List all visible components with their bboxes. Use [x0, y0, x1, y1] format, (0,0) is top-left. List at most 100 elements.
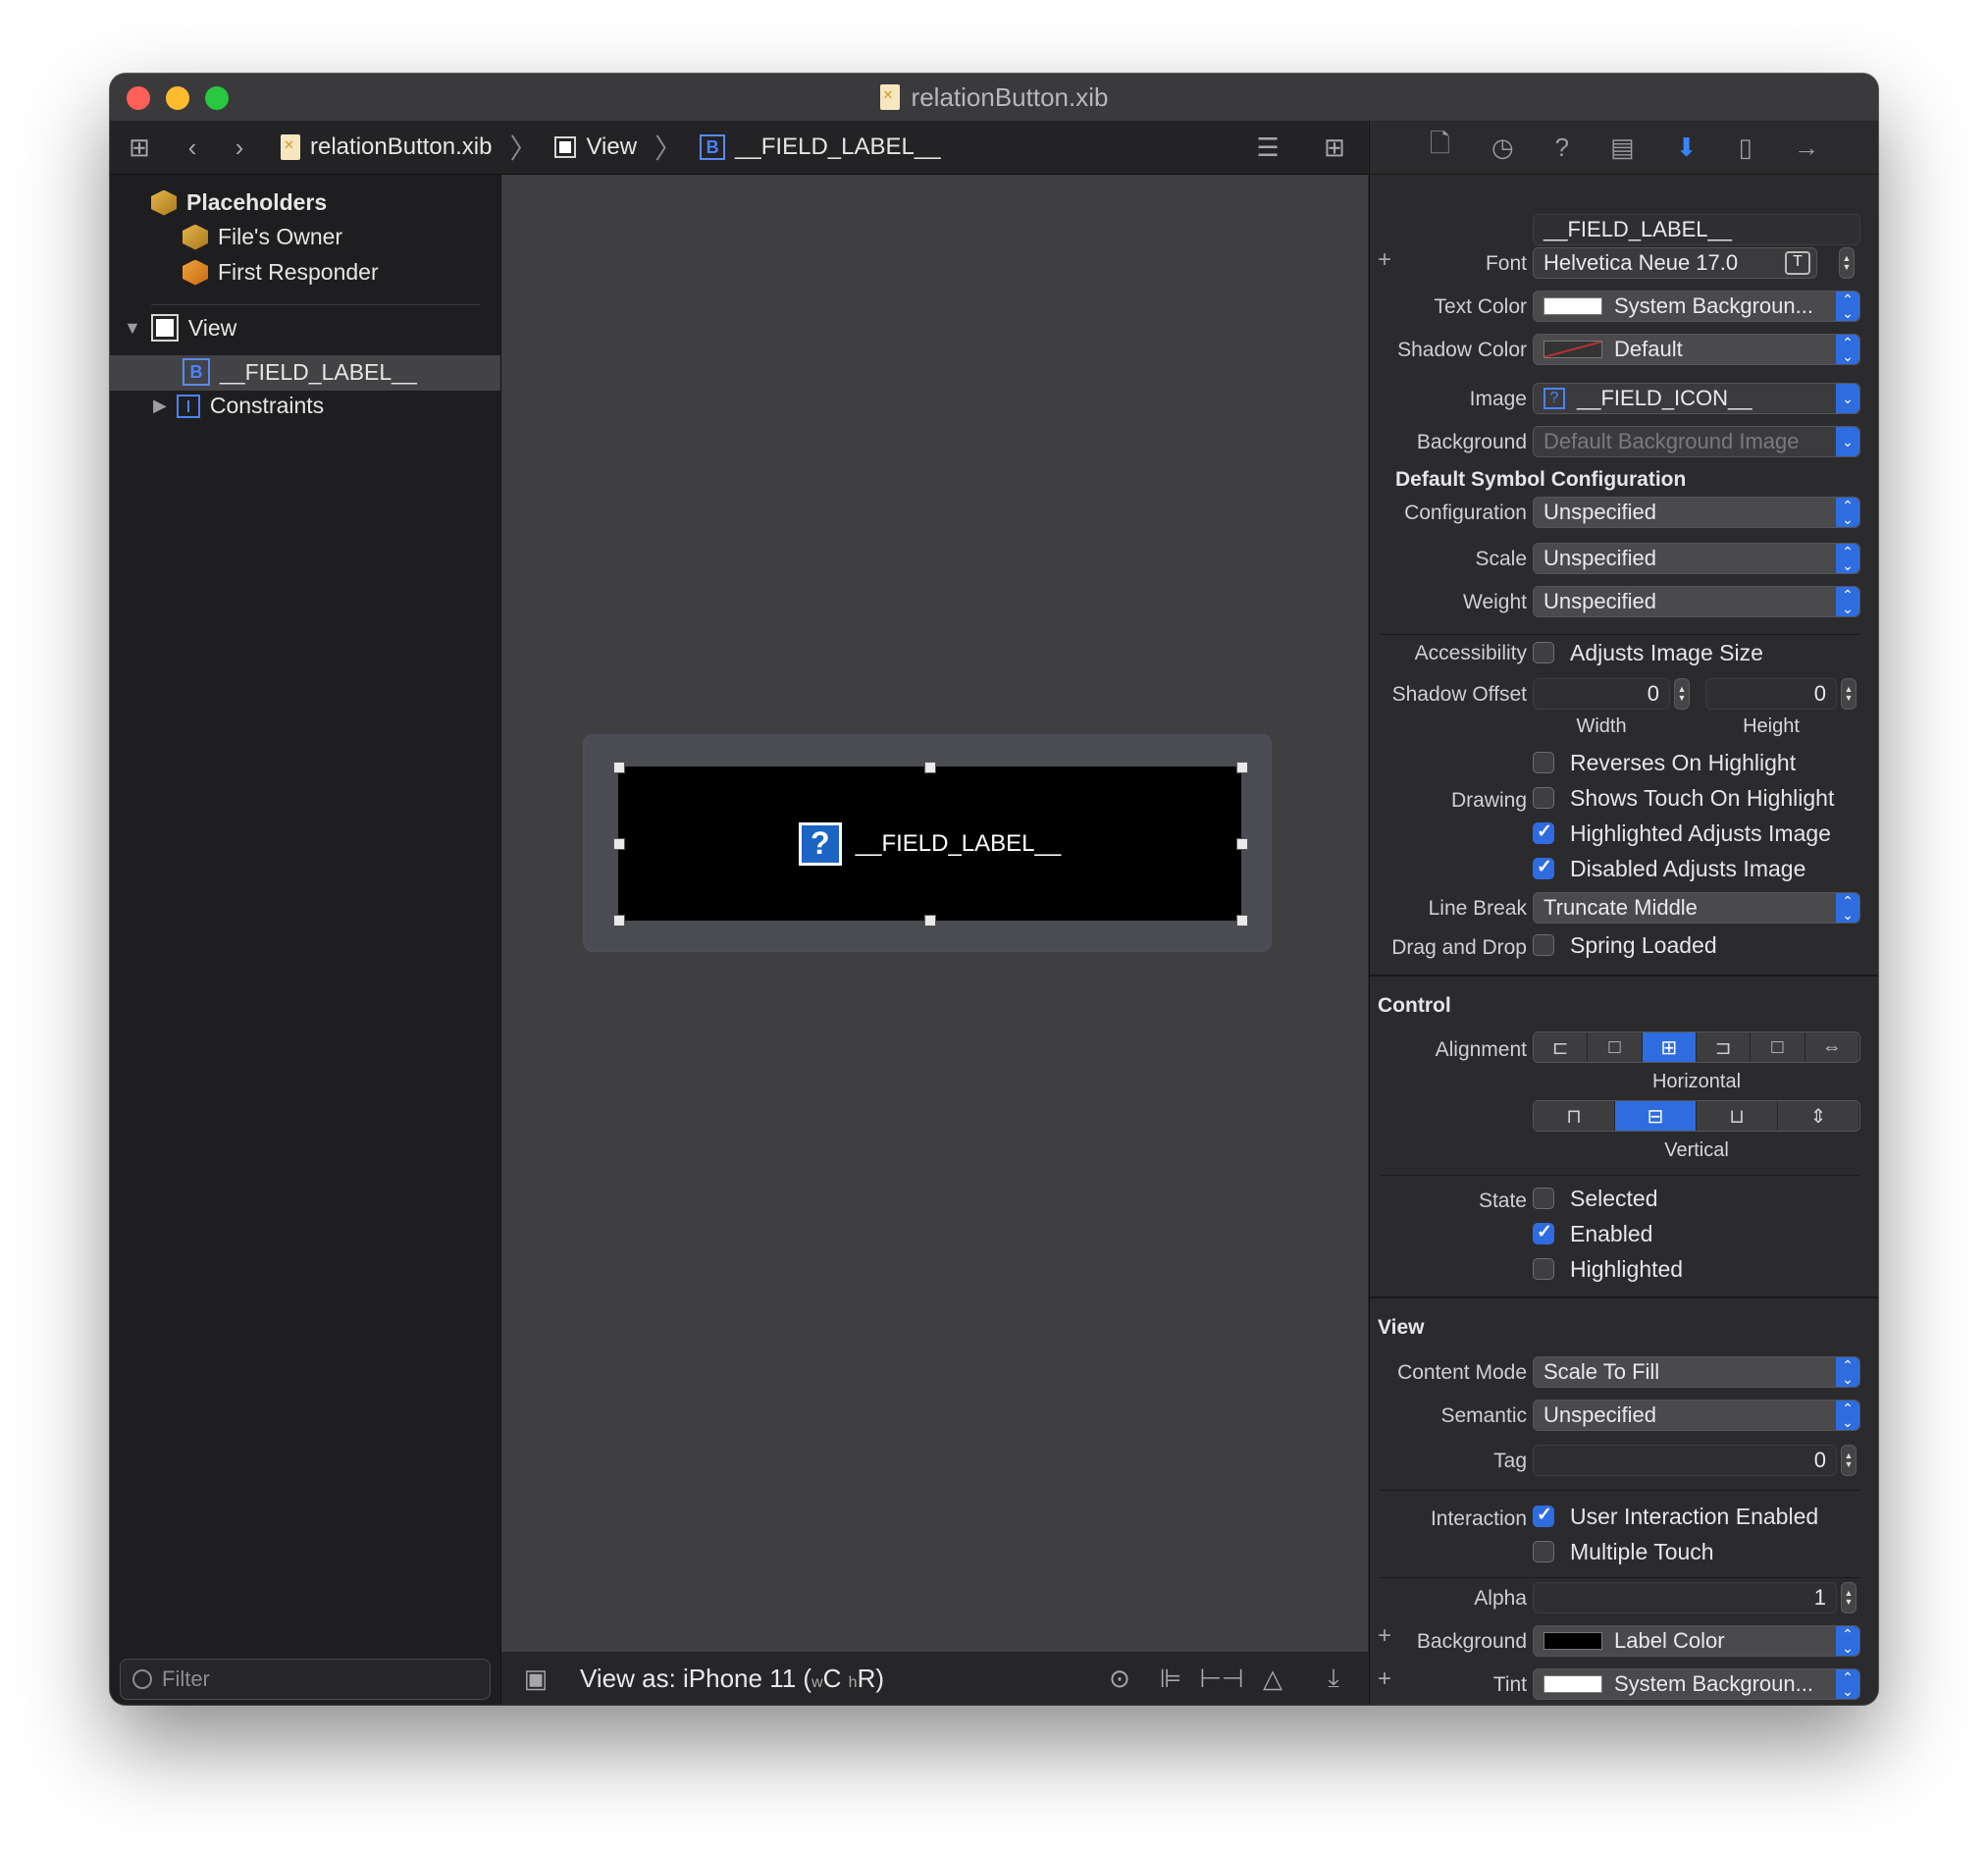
update-frames-icon[interactable]: ⊙ — [1102, 1664, 1137, 1694]
chevron-down-icon[interactable]: ⌄ — [1836, 427, 1859, 456]
chevron-down-icon[interactable]: ⌄ — [1836, 384, 1859, 413]
weight-popup[interactable]: Unspecified ⌃ ⌄ — [1533, 586, 1860, 617]
line-break-popup[interactable]: Truncate Middle ⌃ ⌄ — [1533, 892, 1860, 924]
enabled-checkbox[interactable] — [1533, 1221, 1554, 1244]
background-image-combo[interactable]: Default Background Image ⌄ — [1533, 426, 1860, 457]
resize-handle[interactable] — [924, 762, 936, 773]
file-inspector-icon[interactable]: 🗋 — [1430, 126, 1450, 169]
selected-checkbox[interactable] — [1533, 1188, 1554, 1209]
alpha-field[interactable]: 1 — [1533, 1582, 1837, 1613]
image-combo[interactable]: ? __FIELD_ICON__ ⌄ — [1533, 383, 1860, 414]
forward-arrow-icon[interactable]: › — [216, 132, 263, 163]
view-background-popup[interactable]: Label Color ⌃ ⌄ — [1533, 1625, 1860, 1657]
align-vfill-icon[interactable]: ⇕ — [1778, 1101, 1859, 1131]
breadcrumb-file[interactable]: relationButton.xib — [310, 133, 492, 161]
size-icon[interactable]: ▯ — [1739, 132, 1753, 163]
align-right-text-icon[interactable]: ⊐ — [1696, 1032, 1752, 1062]
resize-handle[interactable] — [1236, 915, 1248, 926]
close-window-button[interactable] — [127, 86, 150, 110]
minimize-window-button[interactable] — [166, 86, 189, 110]
align-center-left-icon[interactable]: □ — [1588, 1032, 1643, 1062]
align-right-icon[interactable]: □ — [1751, 1032, 1805, 1062]
history-icon[interactable]: ◷ — [1491, 132, 1514, 163]
text-color-popup[interactable]: System Backgroun... ⌃ ⌄ — [1533, 291, 1860, 322]
section-divider — [1380, 1577, 1860, 1578]
reverses-on-highlight-checkbox[interactable] — [1533, 752, 1554, 773]
outline-field-label[interactable]: B __FIELD_LABEL__ — [183, 358, 417, 386]
size-class-w: w — [811, 1673, 823, 1691]
disclosure-down-icon[interactable]: ▼ — [124, 318, 141, 339]
resize-handle[interactable] — [1236, 762, 1248, 773]
align-middle-icon[interactable]: ⊟ — [1615, 1101, 1697, 1131]
resize-handle[interactable] — [613, 915, 625, 926]
font-label: Font — [1485, 252, 1527, 275]
shadow-height-field[interactable]: 0 — [1705, 678, 1837, 710]
user-interaction-checkbox[interactable] — [1533, 1504, 1554, 1527]
shadow-color-popup[interactable]: Default ⌃ ⌄ — [1533, 334, 1860, 365]
view-as-label[interactable]: View as: iPhone 11 (wC hR) — [580, 1664, 884, 1694]
tag-field[interactable]: 0 — [1533, 1445, 1837, 1476]
alpha-stepper[interactable]: ▲ ▼ — [1841, 1582, 1857, 1613]
disclosure-right-icon[interactable]: ▶ — [153, 396, 167, 416]
multiple-touch-checkbox[interactable] — [1533, 1541, 1554, 1562]
font-size-stepper[interactable]: ▲ ▼ — [1839, 247, 1855, 279]
embed-icon[interactable]: ⤓ — [1316, 1663, 1351, 1694]
tint-popup[interactable]: System Backgroun... ⌃ ⌄ — [1533, 1668, 1860, 1700]
filter-field[interactable]: Filter — [120, 1659, 491, 1700]
spring-loaded-checkbox[interactable] — [1533, 934, 1554, 956]
lines-menu-icon[interactable]: ☰ — [1248, 132, 1287, 163]
disabled-adjusts-checkbox[interactable] — [1533, 856, 1554, 879]
align-top-icon[interactable]: ⊓ — [1534, 1101, 1615, 1131]
placeholder-cube-icon — [151, 189, 177, 216]
outline-placeholders[interactable]: Placeholders — [151, 189, 327, 216]
shadow-height-stepper[interactable]: ▲ ▼ — [1841, 678, 1857, 710]
configuration-popup[interactable]: Unspecified ⌃ ⌄ — [1533, 497, 1860, 528]
attributes-icon[interactable]: ⬇ — [1676, 132, 1698, 163]
view-icon — [150, 314, 179, 342]
resize-handle[interactable] — [924, 915, 936, 926]
breadcrumb-separator-icon: 〉 — [654, 133, 683, 164]
resolve-issues-icon[interactable]: △ — [1255, 1664, 1290, 1694]
back-arrow-icon[interactable]: ‹ — [169, 132, 216, 163]
scale-popup[interactable]: Unspecified ⌃ ⌄ — [1533, 543, 1860, 574]
font-field[interactable]: Helvetica Neue 17.0 T — [1533, 247, 1817, 279]
connections-icon[interactable]: → — [1794, 132, 1819, 163]
align-left-icon[interactable]: ⊏ — [1534, 1032, 1589, 1062]
outline-constraints[interactable]: ▶ Constraints — [153, 393, 324, 419]
outline-first-responder[interactable]: First Responder — [183, 259, 379, 286]
breadcrumb-button[interactable]: __FIELD_LABEL__ — [735, 133, 940, 161]
resize-handle[interactable] — [613, 838, 625, 850]
outline-files-owner[interactable]: File's Owner — [183, 224, 342, 250]
highlighted-checkbox[interactable] — [1533, 1258, 1554, 1280]
shadow-width-field[interactable]: 0 — [1533, 678, 1670, 710]
breadcrumb[interactable]: relationButton.xib 〉 View 〉 B __FIELD_LA… — [281, 128, 941, 167]
align-fill-icon[interactable]: ⇔ — [1805, 1032, 1859, 1062]
outline-view[interactable]: ▼ View — [124, 314, 236, 342]
align-bottom-icon[interactable]: ⊔ — [1697, 1101, 1778, 1131]
align-icon[interactable]: ⊫ — [1153, 1664, 1188, 1694]
semantic-popup[interactable]: Unspecified ⌃ ⌄ — [1533, 1400, 1860, 1431]
font-picker-icon[interactable]: T — [1785, 251, 1810, 275]
grid-icon[interactable]: ⊞ — [110, 132, 169, 163]
breadcrumb-view[interactable]: View — [586, 133, 637, 161]
add-editor-icon[interactable]: ⊞ — [1315, 132, 1354, 163]
resize-handle[interactable] — [1236, 838, 1248, 850]
tag-stepper[interactable]: ▲ ▼ — [1841, 1445, 1857, 1476]
field-button-preview[interactable]: ? __FIELD_LABEL__ — [618, 767, 1241, 921]
content-mode-popup[interactable]: Scale To Fill ⌃ ⌄ — [1533, 1356, 1860, 1388]
adjusts-image-size-checkbox[interactable] — [1533, 642, 1554, 663]
add-constraints-icon[interactable]: ⊢⊣ — [1199, 1664, 1243, 1694]
resize-handle[interactable] — [613, 762, 625, 773]
shadow-width-stepper[interactable]: ▲ ▼ — [1674, 678, 1690, 710]
align-center-icon[interactable]: ⊞ — [1642, 1032, 1697, 1062]
identity-icon[interactable]: ▤ — [1610, 132, 1635, 163]
vertical-alignment-control[interactable]: ⊓ ⊟ ⊔ ⇕ — [1533, 1100, 1860, 1132]
help-icon[interactable]: ? — [1555, 132, 1569, 163]
zoom-window-button[interactable] — [205, 86, 229, 110]
view-background-label: Background — [1416, 1630, 1527, 1653]
toggle-outline-icon[interactable]: ▣ — [501, 1664, 570, 1694]
highlighted-adjusts-checkbox[interactable] — [1533, 820, 1554, 844]
title-field[interactable]: __FIELD_LABEL__ — [1533, 214, 1860, 245]
horizontal-alignment-control[interactable]: ⊏ □ ⊞ ⊐ □ ⇔ — [1533, 1031, 1860, 1063]
shows-touch-checkbox[interactable] — [1533, 787, 1554, 809]
